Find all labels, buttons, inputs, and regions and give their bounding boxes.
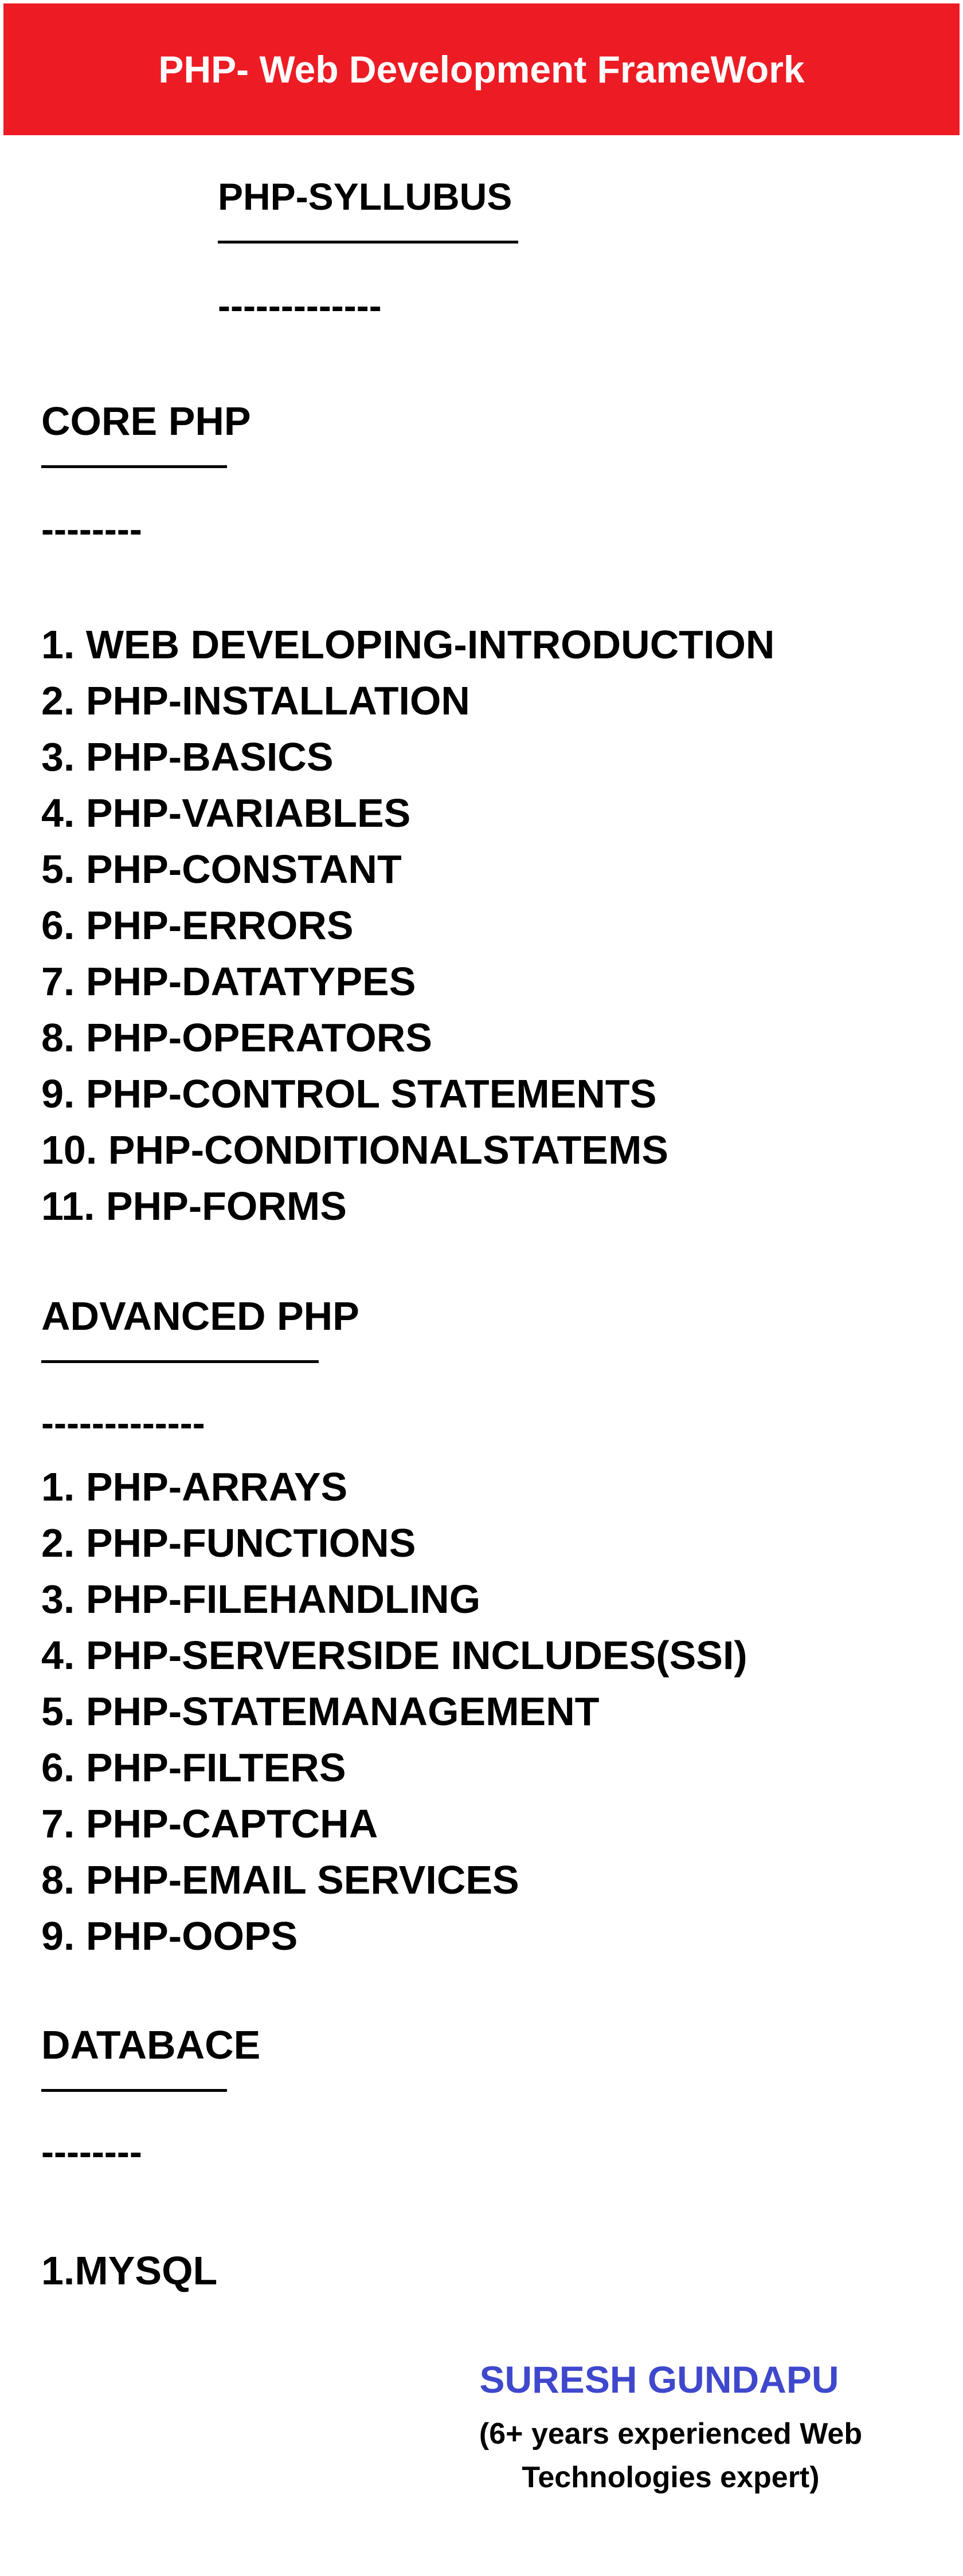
database-dashes: -------- [41, 2130, 142, 2173]
advanced-list-item: 1. PHP-ARRAYS [41, 1464, 348, 1509]
core-list-item: 1. WEB DEVELOPING-INTRODUCTION [41, 622, 775, 667]
core-php-dashes: -------- [41, 508, 142, 550]
syllabus-dashes: ------------- [218, 284, 382, 327]
advanced-php-heading: ADVANCED PHP [41, 1294, 359, 1338]
advanced-list-item: 5. PHP-STATEMANAGEMENT [41, 1689, 600, 1734]
database-underline [41, 2089, 227, 2092]
advanced-list-item: 7. PHP-CAPTCHA [41, 1801, 378, 1846]
advanced-list-item: 4. PHP-SERVERSIDE INCLUDES(SSI) [41, 1633, 747, 1678]
advanced-list-item: 3. PHP-FILEHANDLING [41, 1577, 481, 1621]
advanced-list-item: 8. PHP-EMAIL SERVICES [41, 1858, 519, 1902]
database-heading: DATABACE [41, 2023, 261, 2067]
syllabus-underline [218, 241, 518, 244]
syllabus-title: PHP-SYLLUBUS [218, 175, 512, 218]
core-list-item: 11. PHP-FORMS [41, 1184, 347, 1228]
core-list-item: 7. PHP-DATATYPES [41, 959, 416, 1004]
core-list-item: 3. PHP-BASICS [41, 735, 334, 779]
core-list-item: 8. PHP-OPERATORS [41, 1015, 432, 1060]
advanced-list-item: 6. PHP-FILTERS [41, 1745, 346, 1790]
core-list-item: 10. PHP-CONDITIONALSTATEMS [41, 1128, 669, 1172]
author-description: (6+ years experienced Web Technologies e… [436, 2412, 906, 2499]
core-list-item: 2. PHP-INSTALLATION [41, 678, 470, 723]
core-list-item: 9. PHP-CONTROL STATEMENTS [41, 1071, 657, 1116]
author-desc-line2: Technologies expert) [522, 2461, 820, 2494]
advanced-list-item: 9. PHP-OOPS [41, 1914, 298, 1958]
advanced-list-item: 2. PHP-FUNCTIONS [41, 1521, 416, 1565]
core-php-heading: CORE PHP [41, 399, 251, 443]
page-title: PHP- Web Development FrameWork [158, 48, 805, 91]
core-list-item: 6. PHP-ERRORS [41, 903, 354, 948]
core-list-item: 5. PHP-CONSTANT [41, 847, 402, 892]
author-block: SURESH GUNDAPU (6+ years experienced Web… [436, 2361, 906, 2499]
advanced-php-underline [41, 1360, 319, 1363]
core-list-item: 4. PHP-VARIABLES [41, 791, 411, 835]
database-list-item: 1.MYSQL [41, 2248, 218, 2293]
author-desc-line1: (6+ years experienced Web [479, 2417, 863, 2451]
advanced-php-dashes: ------------- [41, 1401, 205, 1444]
author-name: SURESH GUNDAPU [479, 2358, 839, 2401]
header-banner: PHP- Web Development FrameWork [3, 3, 960, 135]
core-php-underline [41, 465, 227, 468]
